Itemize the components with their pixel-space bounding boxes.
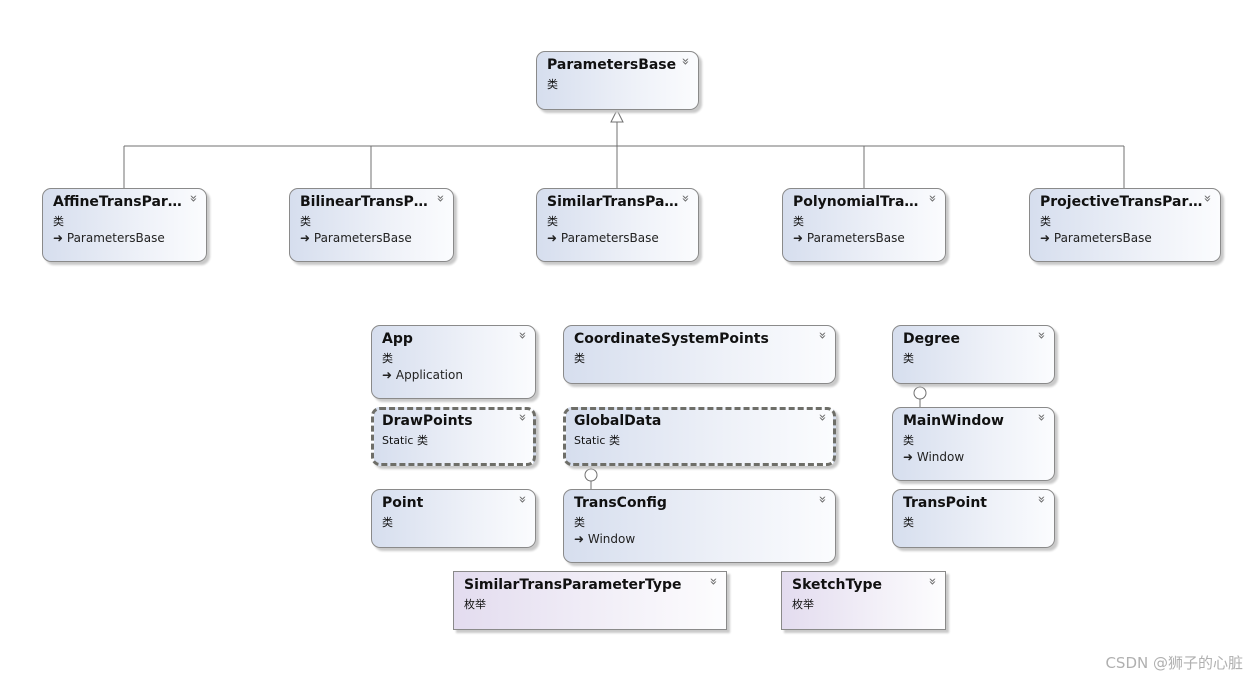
expand-chevron-icon[interactable]: » (1034, 496, 1049, 504)
class-box-parametersbase[interactable]: ParametersBase 类 » (536, 51, 699, 110)
expand-chevron-icon[interactable]: » (815, 332, 830, 340)
class-kind: 类 (903, 516, 914, 529)
class-kind: 类 (547, 78, 558, 91)
class-box-affine[interactable]: AffineTransPar… 类 ➜ ParametersBase » (42, 188, 207, 262)
expand-chevron-icon[interactable]: » (678, 195, 693, 203)
expand-chevron-icon[interactable]: » (515, 496, 530, 504)
class-title: PolynomialTra… (793, 194, 919, 210)
class-kind: Static 类 (382, 434, 428, 447)
class-kind: 类 (1040, 215, 1051, 228)
enum-title: SimilarTransParameterType (464, 577, 682, 593)
expand-chevron-icon[interactable]: » (678, 58, 693, 66)
class-title: AffineTransPar… (53, 194, 182, 210)
class-title: GlobalData (574, 413, 662, 429)
class-title: TransPoint (903, 495, 987, 511)
class-box-coordinatesystempoints[interactable]: CoordinateSystemPoints 类 » (563, 325, 836, 384)
class-title: SimilarTransPa… (547, 194, 679, 210)
class-box-projective[interactable]: ProjectiveTransPar… 类 ➜ ParametersBase » (1029, 188, 1221, 262)
class-box-app[interactable]: App 类 ➜ Application » (371, 325, 536, 399)
enum-kind: 枚举 (792, 598, 814, 611)
class-kind: 类 (382, 516, 393, 529)
watermark: CSDN @狮子的心脏 (1105, 654, 1243, 672)
class-kind: 类 (574, 516, 585, 529)
enum-title: SketchType (792, 577, 883, 593)
expand-chevron-icon[interactable]: » (815, 496, 830, 504)
class-title: Degree (903, 331, 961, 347)
class-box-degree[interactable]: Degree 类 » (892, 325, 1055, 384)
base-class-label: ➜ Application (382, 368, 463, 382)
expand-chevron-icon[interactable]: » (815, 414, 830, 422)
class-kind: 类 (300, 215, 311, 228)
class-title: BilinearTransP… (300, 194, 428, 210)
expand-chevron-icon[interactable]: » (925, 195, 940, 203)
expand-chevron-icon[interactable]: » (1034, 414, 1049, 422)
enum-box-similartransparametertype[interactable]: SimilarTransParameterType 枚举 » (453, 571, 727, 630)
class-title: App (382, 331, 413, 347)
class-title: MainWindow (903, 413, 1004, 429)
expand-chevron-icon[interactable]: » (515, 414, 530, 422)
class-kind: Static 类 (574, 434, 620, 447)
class-kind: 类 (547, 215, 558, 228)
class-box-polynomial[interactable]: PolynomialTra… 类 ➜ ParametersBase » (782, 188, 946, 262)
class-title: DrawPoints (382, 413, 473, 429)
base-class-label: ➜ ParametersBase (793, 231, 905, 245)
class-box-bilinear[interactable]: BilinearTransP… 类 ➜ ParametersBase » (289, 188, 454, 262)
class-box-transpoint[interactable]: TransPoint 类 » (892, 489, 1055, 548)
class-box-point[interactable]: Point 类 » (371, 489, 536, 548)
class-box-globaldata[interactable]: GlobalData Static 类 » (563, 407, 836, 466)
expand-chevron-icon[interactable]: » (1200, 195, 1215, 203)
expand-chevron-icon[interactable]: » (433, 195, 448, 203)
base-class-label: ➜ Window (903, 450, 965, 464)
interface-lollipop-icon (584, 468, 598, 482)
base-class-label: ➜ ParametersBase (53, 231, 165, 245)
class-box-transconfig[interactable]: TransConfig 类 ➜ Window » (563, 489, 836, 563)
base-class-label: ➜ ParametersBase (1040, 231, 1152, 245)
expand-chevron-icon[interactable]: » (515, 332, 530, 340)
class-box-similar[interactable]: SimilarTransPa… 类 ➜ ParametersBase » (536, 188, 699, 262)
class-kind: 类 (903, 434, 914, 447)
class-title: ProjectiveTransPar… (1040, 194, 1203, 210)
class-kind: 类 (903, 352, 914, 365)
expand-chevron-icon[interactable]: » (706, 578, 721, 586)
class-title: CoordinateSystemPoints (574, 331, 769, 347)
expand-chevron-icon[interactable]: » (186, 195, 201, 203)
class-title: TransConfig (574, 495, 667, 511)
class-kind: 类 (793, 215, 804, 228)
expand-chevron-icon[interactable]: » (1034, 332, 1049, 340)
class-kind: 类 (382, 352, 393, 365)
enum-box-sketchtype[interactable]: SketchType 枚举 » (781, 571, 946, 630)
class-title: ParametersBase (547, 57, 677, 73)
enum-kind: 枚举 (464, 598, 486, 611)
expand-chevron-icon[interactable]: » (925, 578, 940, 586)
class-box-mainwindow[interactable]: MainWindow 类 ➜ Window » (892, 407, 1055, 481)
inheritance-arrow-icon (610, 108, 624, 123)
class-kind: 类 (53, 215, 64, 228)
base-class-label: ➜ ParametersBase (300, 231, 412, 245)
class-kind: 类 (574, 352, 585, 365)
base-class-label: ➜ Window (574, 532, 636, 546)
interface-lollipop-icon (913, 386, 927, 400)
class-title: Point (382, 495, 424, 511)
class-box-drawpoints[interactable]: DrawPoints Static 类 » (371, 407, 536, 466)
base-class-label: ➜ ParametersBase (547, 231, 659, 245)
